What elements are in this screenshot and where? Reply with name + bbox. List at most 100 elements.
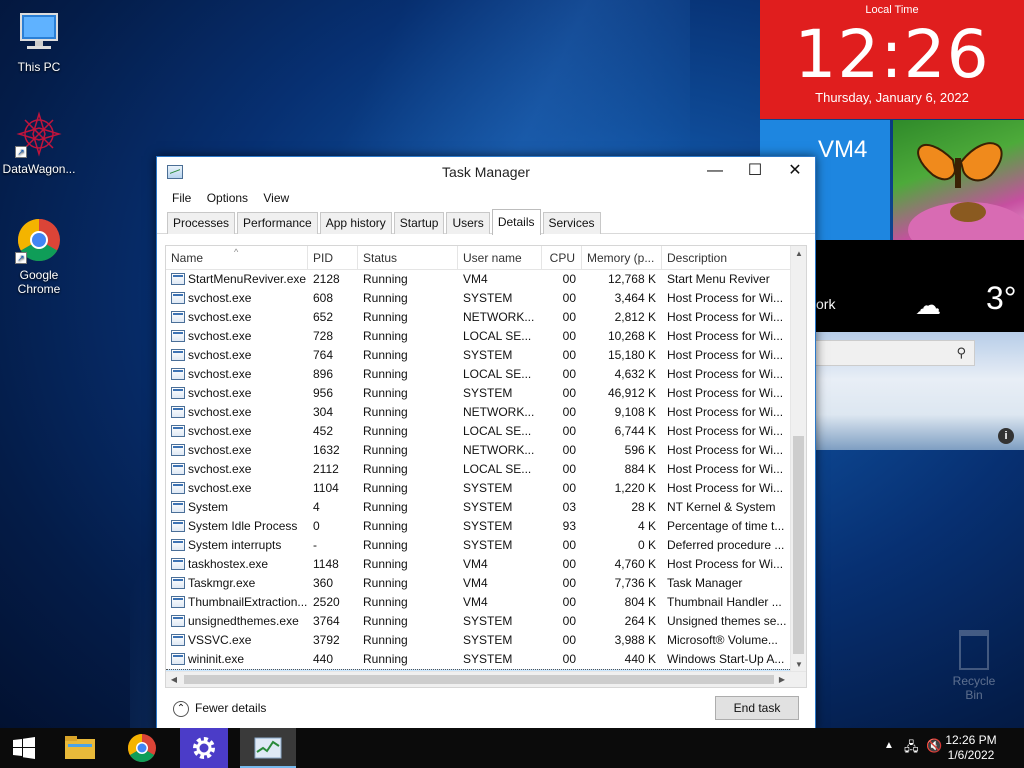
table-row[interactable]: VSSVC.exe 3792 Running SYSTEM 00 3,988 K Micro… [166,631,792,650]
menu-options[interactable]: Options [207,188,248,208]
cell-user: VM4 [463,557,488,571]
scroll-right-arrow-icon[interactable]: ▶ [774,672,790,687]
cell-cpu: 00 [562,329,576,343]
scroll-thumb[interactable] [184,675,774,684]
clock-widget[interactable]: Local Time 12:26 Thursday, January 6, 20… [760,0,1024,119]
window-footer: ⌃ Fewer details End task [157,689,815,729]
cell-cpu: 00 [562,462,576,476]
cell-name: svchost.exe [166,365,308,384]
table-row[interactable]: svchost.exe 608 Running SYSTEM 00 3,464 K Host… [166,289,792,308]
table-row[interactable]: Taskmgr.exe 360 Running VM4 00 7,736 K Task Ma… [166,574,792,593]
cell-user: LOCAL SE... [463,462,532,476]
tab-services[interactable]: Services [542,212,601,234]
close-button[interactable]: ✕ [775,157,815,188]
table-row[interactable]: taskhostex.exe 1148 Running VM4 00 4,760 K Hos… [166,555,792,574]
scroll-up-arrow-icon[interactable]: ▲ [791,246,806,262]
cell-status: Running [363,500,408,514]
table-row[interactable]: System Idle Process 0 Running SYSTEM 93 4 K Pe… [166,517,792,536]
column-header-description[interactable]: Description [662,246,792,270]
minimize-button[interactable]: — [695,157,735,188]
cell-pid: 764 [313,348,334,362]
table-row[interactable]: StartMenuReviver.exe 2128 Running VM4 00 12,7… [166,270,792,289]
table-row[interactable]: System 4 Running SYSTEM 03 28 K NT Kernel & Sy… [166,498,792,517]
end-task-button[interactable]: End task [715,696,799,720]
desktop-icon-google-chrome[interactable]: ↗ Google Chrome [0,216,78,296]
info-icon[interactable]: i [998,428,1014,444]
desktop-icon-this-pc[interactable]: This PC [0,8,78,74]
title-bar[interactable]: Task Manager — ☐ ✕ [157,157,815,188]
column-header-cpu[interactable]: CPU [542,246,582,270]
tab-details[interactable]: Details [491,209,541,235]
tab-users[interactable]: Users [446,212,490,234]
table-row[interactable]: System interrupts - Running SYSTEM 00 0 K Defe… [166,536,792,555]
tab-app-history[interactable]: App history [319,212,392,234]
menu-file[interactable]: File [172,188,191,208]
table-row[interactable]: wininit.exe 440 Running SYSTEM 00 440 K Window… [166,650,792,669]
vertical-scrollbar[interactable]: ▲ ▼ [790,246,806,673]
menu-view[interactable]: View [263,188,289,208]
column-header-user-name[interactable]: User name [458,246,542,270]
tab-startup[interactable]: Startup [393,212,445,234]
network-icon[interactable]: 🖧 [904,738,919,760]
table-row[interactable]: unsignedthemes.exe 3764 Running SYSTEM 00 264… [166,612,792,631]
column-header-name[interactable]: Name ^ [166,246,308,270]
table-row[interactable]: svchost.exe 1104 Running SYSTEM 00 1,220 K Hos… [166,479,792,498]
cell-status: Running [363,633,408,647]
table-row[interactable]: svchost.exe 1632 Running NETWORK... 00 596 K H… [166,441,792,460]
widget-search-box[interactable]: ⚲ [815,340,975,366]
cell-name: System [166,498,308,517]
fewer-details-button[interactable]: ⌃ Fewer details [173,701,266,717]
taskbar-task-manager[interactable] [240,728,296,768]
taskbar-file-explorer[interactable] [56,728,104,768]
table-row[interactable]: svchost.exe 896 Running LOCAL SE... 00 4,632 … [166,365,792,384]
desktop-icon-label: Google Chrome [17,268,61,296]
table-row[interactable]: svchost.exe 652 Running NETWORK... 00 2,812 K… [166,308,792,327]
cell-cpu: 00 [562,595,576,609]
scroll-left-arrow-icon[interactable]: ◀ [166,672,182,687]
search-icon[interactable]: ⚲ [956,345,966,361]
table-row[interactable]: svchost.exe 304 Running NETWORK... 00 9,108 K… [166,403,792,422]
cell-desc: Windows Start-Up A... [667,652,785,666]
cell-mem: 4 K [637,519,656,533]
task-manager-window[interactable]: Task Manager — ☐ ✕ File Options View Pro… [156,156,816,730]
column-header-pid[interactable]: PID [308,246,358,270]
cell-user: SYSTEM [463,348,513,362]
cell-name: svchost.exe [166,441,308,460]
scroll-thumb[interactable] [793,436,804,654]
process-icon [171,463,185,475]
column-header-status[interactable]: Status [358,246,458,270]
table-row[interactable]: svchost.exe 2112 Running LOCAL SE... 00 884 K… [166,460,792,479]
maximize-button[interactable]: ☐ [735,157,775,188]
table-row[interactable]: ThumbnailExtraction... 2520 Running VM4 00 80… [166,593,792,612]
taskbar-chrome[interactable] [118,728,166,768]
cell-cpu: 00 [562,405,576,419]
task-manager-icon [254,737,282,759]
table-row[interactable]: svchost.exe 764 Running SYSTEM 00 15,180 K Hos… [166,346,792,365]
table-row[interactable]: svchost.exe 956 Running SYSTEM 00 46,912 K Hos… [166,384,792,403]
cell-mem: 1,220 K [614,481,656,495]
cell-cpu: 00 [562,481,576,495]
cell-desc: Host Process for Wi... [667,424,784,438]
cell-desc: Host Process for Wi... [667,386,784,400]
cell-status: Running [363,462,408,476]
show-hidden-icons-chevron-icon[interactable]: ▲ [884,740,894,751]
tab-processes[interactable]: Processes [167,212,236,234]
table-row[interactable]: svchost.exe 728 Running LOCAL SE... 00 10,268… [166,327,792,346]
cell-mem: 3,988 K [614,633,656,647]
desktop-icon-recycle-bin[interactable]: Recycle Bin [944,630,1004,702]
table-row[interactable]: svchost.exe 452 Running LOCAL SE... 00 6,744 … [166,422,792,441]
cell-cpu: 00 [562,633,576,647]
horizontal-scrollbar[interactable]: ◀ ▶ [166,671,806,687]
cell-desc: Host Process for Wi... [667,481,784,495]
taskbar-settings[interactable] [180,728,228,768]
taskbar-clock[interactable]: 12:26 PM 1/6/2022 [936,733,1006,763]
start-button[interactable] [0,728,48,768]
cell-mem: 264 K [624,614,656,628]
cell-name: unsignedthemes.exe [166,612,308,631]
tab-performance[interactable]: Performance [237,212,318,234]
desktop-icon-datawagon[interactable]: ↗ DataWagon... [0,110,78,176]
column-header-memory[interactable]: Memory (p... [582,246,662,270]
butterfly-photo-tile[interactable] [893,120,1024,240]
cell-status: Running [363,538,408,552]
cell-pid: 452 [313,424,334,438]
